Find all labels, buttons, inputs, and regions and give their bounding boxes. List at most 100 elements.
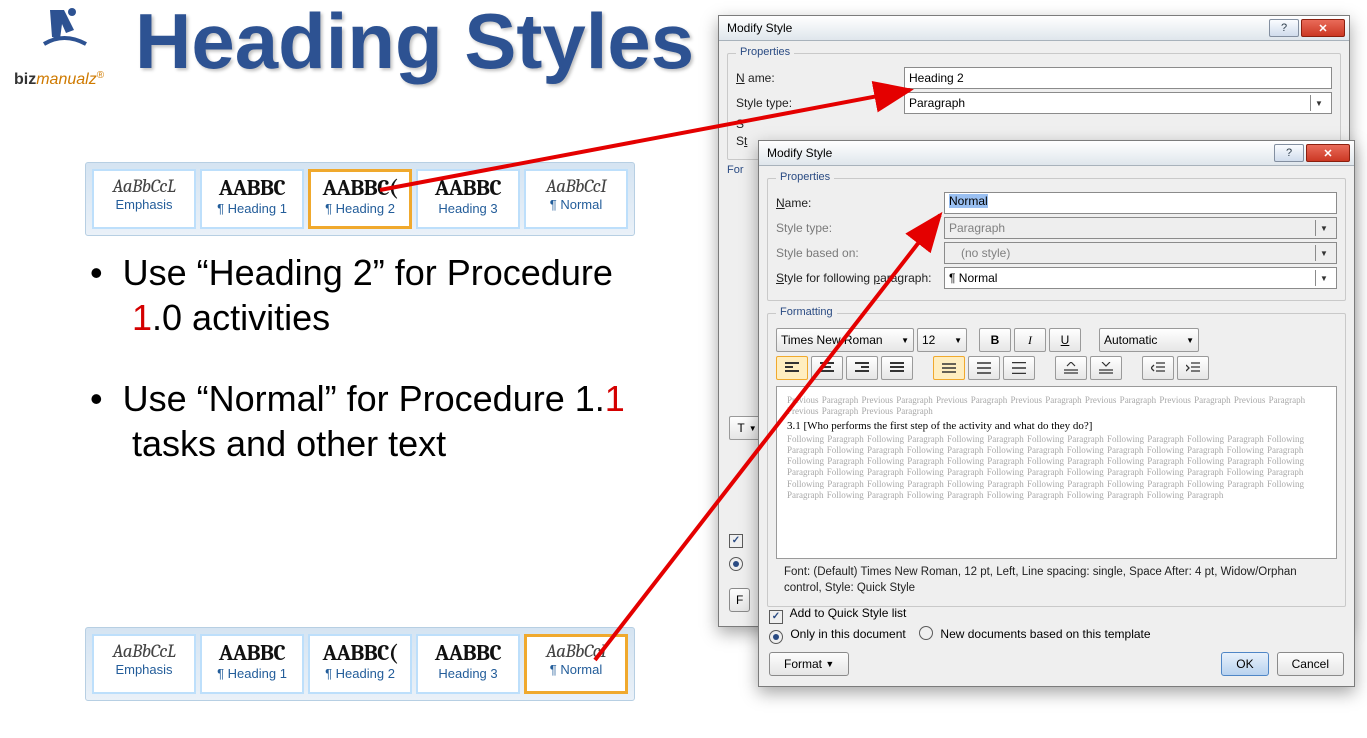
chevron-down-icon: ▼ — [1315, 245, 1332, 261]
chevron-down-icon: ▼ — [901, 336, 909, 345]
align-center-button[interactable] — [811, 356, 843, 380]
space-before-inc-button[interactable] — [1055, 356, 1087, 380]
dialog-title: Modify Style — [727, 21, 1267, 35]
font-name-combo[interactable]: Times New Roman ▼ — [776, 328, 914, 352]
close-icon[interactable]: ✕ — [1301, 19, 1345, 37]
style-sample: AABBC — [202, 640, 302, 666]
style-label: ¶ Heading 2 — [310, 201, 410, 216]
chevron-down-icon: ▼ — [954, 336, 962, 345]
style-cell--normal[interactable]: AaBbCcI¶ Normal — [524, 634, 628, 694]
logo-text-biz: biz — [14, 71, 36, 88]
bullet-1-post: .0 activities — [152, 297, 330, 338]
add-quickstyle-checkbox[interactable]: ✓ — [769, 610, 783, 624]
font-color-value: Automatic — [1104, 333, 1157, 347]
indent-decrease-button[interactable] — [1142, 356, 1174, 380]
dialog-title: Modify Style — [767, 146, 1272, 160]
style-type-value: Paragraph — [949, 221, 1005, 235]
style-basedon-value: (no style) — [949, 246, 1010, 260]
format-button[interactable]: Format ▼ — [769, 652, 849, 676]
cancel-button[interactable]: Cancel — [1277, 652, 1344, 676]
italic-button[interactable]: I — [1014, 328, 1046, 352]
align-left-button[interactable] — [776, 356, 808, 380]
align-justify-button[interactable] — [881, 356, 913, 380]
ok-button[interactable]: OK — [1221, 652, 1268, 676]
style-following-label: Style for following paragraph: — [776, 271, 944, 285]
linespace-1.5-button[interactable] — [968, 356, 1000, 380]
style-type-combo[interactable]: Paragraph▼ — [904, 92, 1332, 114]
dialog-titlebar[interactable]: Modify Style ? ✕ — [719, 16, 1349, 41]
indent-increase-button[interactable] — [1177, 356, 1209, 380]
chevron-down-icon: ▼ — [1315, 270, 1332, 286]
bullet-1: • Use “Heading 2” for Procedure 1.0 acti… — [90, 250, 650, 340]
help-icon[interactable]: ? — [1269, 19, 1299, 37]
style-name-input[interactable] — [904, 67, 1332, 89]
bullet-2-pre: Use “Normal” for Procedure 1. — [123, 378, 605, 419]
underline-button[interactable]: U — [1049, 328, 1081, 352]
style-cell--heading-1[interactable]: AABBC¶ Heading 1 — [200, 634, 304, 694]
space-before-dec-button[interactable] — [1090, 356, 1122, 380]
style-name-input[interactable]: Normal — [944, 192, 1337, 214]
style-cell-emphasis[interactable]: AaBbCcLEmphasis — [92, 634, 196, 694]
bullet-1-red: 1 — [132, 297, 152, 338]
only-document-radio[interactable] — [769, 630, 783, 644]
page-title: Heading Styles — [135, 0, 694, 87]
style-sample: AABBC( — [310, 640, 410, 666]
style-cell-emphasis[interactable]: AaBbCcLEmphasis — [92, 169, 196, 229]
bizmanualz-logo: bizmanualz® — [14, 6, 119, 89]
style-label: Emphasis — [94, 662, 194, 677]
bullet-2: • Use “Normal” for Procedure 1.1 tasks a… — [90, 376, 650, 466]
style-cell-heading-3[interactable]: AABBCHeading 3 — [416, 634, 520, 694]
modify-style-dialog-normal: Modify Style ? ✕ Properties Name: Normal… — [758, 140, 1355, 687]
dialog-footer: ✓ Add to Quick Style list Only in this d… — [759, 596, 1354, 686]
style-label: ¶ Normal — [526, 197, 626, 212]
only-document-label: Only in this document — [790, 627, 905, 641]
style-type-combo: Paragraph▼ — [944, 217, 1337, 239]
style-sample: AABBC — [418, 175, 518, 201]
style-sample: AABBC — [202, 175, 302, 201]
font-size-combo[interactable]: 12▼ — [917, 328, 967, 352]
linespace-1-button[interactable] — [933, 356, 965, 380]
style-cell--heading-1[interactable]: AABBC¶ Heading 1 — [200, 169, 304, 229]
style-basedon-label: Style based on: — [776, 246, 944, 260]
properties-legend: Properties — [736, 46, 794, 58]
style-cell--normal[interactable]: AaBbCcI¶ Normal — [524, 169, 628, 229]
preview-follow-ghost: Following Paragraph Following Paragraph … — [787, 434, 1326, 502]
style-basedon-combo: (no style) ▼ — [944, 242, 1337, 264]
style-label: ¶ Heading 1 — [202, 666, 302, 681]
style-label: Heading 3 — [418, 201, 518, 216]
add-quickstyle-peek[interactable]: ✓ — [729, 534, 743, 548]
properties-group: Properties Name: Normal Style type: Para… — [767, 178, 1346, 301]
style-gallery-top: AaBbCcLEmphasisAABBC¶ Heading 1AABBC(¶ H… — [85, 162, 635, 236]
chevron-down-icon: ▼ — [1186, 336, 1194, 345]
style-sample: AABBC( — [310, 175, 410, 201]
style-label: ¶ Heading 2 — [310, 666, 410, 681]
style-following-combo[interactable]: ¶ Normal▼ — [944, 267, 1337, 289]
style-label: Emphasis — [94, 197, 194, 212]
preview-prev-ghost: Previous Paragraph Previous Paragraph Pr… — [787, 395, 1326, 418]
bullet-2-post: tasks and other text — [132, 423, 446, 464]
style-cell--heading-2[interactable]: AABBC(¶ Heading 2 — [308, 634, 412, 694]
bold-button[interactable]: B — [979, 328, 1011, 352]
style-sample: AABBC — [418, 640, 518, 666]
style-name-value: Normal — [949, 194, 988, 208]
preview-sample-text: 3.1 [Who performs the first step of the … — [787, 420, 1326, 432]
dialog-titlebar[interactable]: Modify Style ? ✕ — [759, 141, 1354, 166]
style-label: ¶ Normal — [526, 662, 626, 677]
help-icon[interactable]: ? — [1274, 144, 1304, 162]
align-right-button[interactable] — [846, 356, 878, 380]
only-doc-peek[interactable] — [729, 557, 743, 571]
format-button-peek[interactable]: F — [729, 588, 750, 612]
style-cell-heading-3[interactable]: AABBCHeading 3 — [416, 169, 520, 229]
new-template-label: New documents based on this template — [940, 627, 1150, 641]
linespace-2-button[interactable] — [1003, 356, 1035, 380]
add-quickstyle-label: Add to Quick Style list — [790, 606, 907, 620]
new-template-radio[interactable] — [919, 626, 933, 640]
style-description: Font: (Default) Times New Roman, 12 pt, … — [784, 565, 1329, 596]
font-name: Times New Roman — [781, 333, 883, 347]
font-color-combo[interactable]: Automatic ▼ — [1099, 328, 1199, 352]
name-label: Name: — [776, 196, 944, 210]
style-cell--heading-2[interactable]: AABBC(¶ Heading 2 — [308, 169, 412, 229]
style-type-value: Paragraph — [909, 96, 965, 110]
close-icon[interactable]: ✕ — [1306, 144, 1350, 162]
style-type-label: Style type: — [736, 96, 904, 110]
